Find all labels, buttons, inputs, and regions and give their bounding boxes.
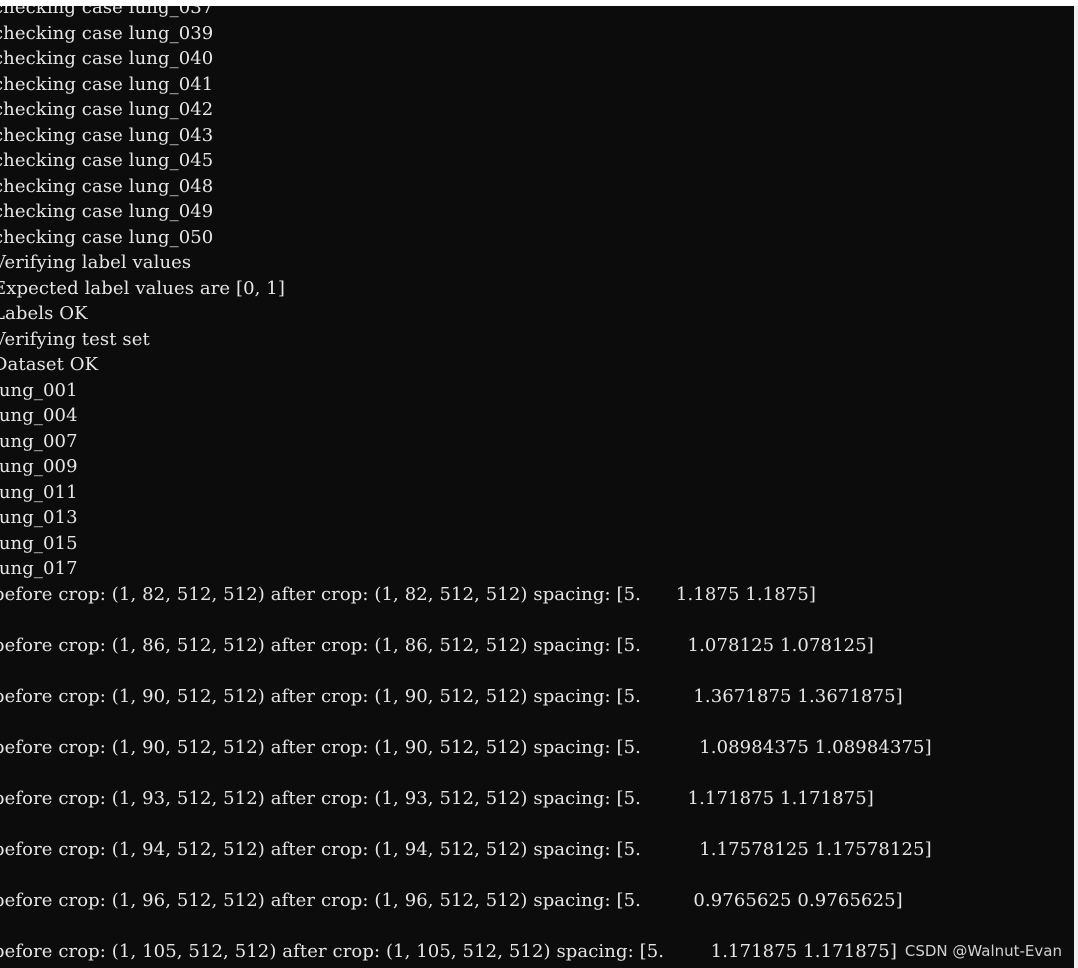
terminal-line: checking case lung_043 bbox=[0, 124, 214, 146]
terminal-line: lung_007 bbox=[0, 430, 78, 452]
terminal-line: checking case lung_040 bbox=[0, 48, 214, 69]
terminal-window[interactable]: checking case lung_037 checking case lung… bbox=[0, 6, 1078, 968]
terminal-line: checking case lung_039 bbox=[0, 22, 214, 44]
terminal-line: lung_013 bbox=[0, 507, 78, 528]
terminal-line: before crop: (1, 86, 512, 512) after cro… bbox=[0, 634, 874, 656]
terminal-line: checking case lung_041 bbox=[0, 73, 214, 95]
window-right-edge bbox=[1074, 6, 1078, 968]
terminal-line: checking case lung_048 bbox=[0, 175, 214, 197]
terminal-line: before crop: (1, 93, 512, 512) after cro… bbox=[0, 787, 874, 809]
terminal-line: lung_004 bbox=[0, 405, 78, 426]
terminal-line: checking case lung_042 bbox=[0, 99, 214, 120]
terminal-line: Verifying test set bbox=[0, 328, 150, 350]
terminal-line: checking case lung_037 bbox=[0, 6, 214, 18]
terminal-line: before crop: (1, 105, 512, 512) after cr… bbox=[0, 940, 897, 962]
terminal-line: checking case lung_045 bbox=[0, 150, 214, 171]
terminal-line: before crop: (1, 96, 512, 512) after cro… bbox=[0, 889, 903, 911]
terminal-line: lung_001 bbox=[0, 379, 78, 401]
terminal-line: Dataset OK bbox=[0, 354, 99, 375]
terminal-line: before crop: (1, 90, 512, 512) after cro… bbox=[0, 685, 903, 707]
terminal-line: checking case lung_050 bbox=[0, 226, 214, 248]
terminal-line: before crop: (1, 82, 512, 512) after cro… bbox=[0, 583, 817, 605]
terminal-line: lung_011 bbox=[0, 481, 78, 503]
terminal-line: lung_009 bbox=[0, 456, 78, 477]
terminal-line: Verifying label values bbox=[0, 252, 192, 273]
terminal-line: lung_015 bbox=[0, 532, 78, 554]
terminal-line: before crop: (1, 90, 512, 512) after cro… bbox=[0, 736, 932, 758]
terminal-line: lung_017 bbox=[0, 558, 78, 579]
terminal-line: Labels OK bbox=[0, 303, 88, 324]
terminal-line: before crop: (1, 94, 512, 512) after cro… bbox=[0, 838, 932, 860]
terminal-line: checking case lung_049 bbox=[0, 201, 214, 222]
terminal-line: Expected label values are [0, 1] bbox=[0, 277, 285, 299]
watermark: CSDN @Walnut-Evan bbox=[904, 942, 1062, 960]
